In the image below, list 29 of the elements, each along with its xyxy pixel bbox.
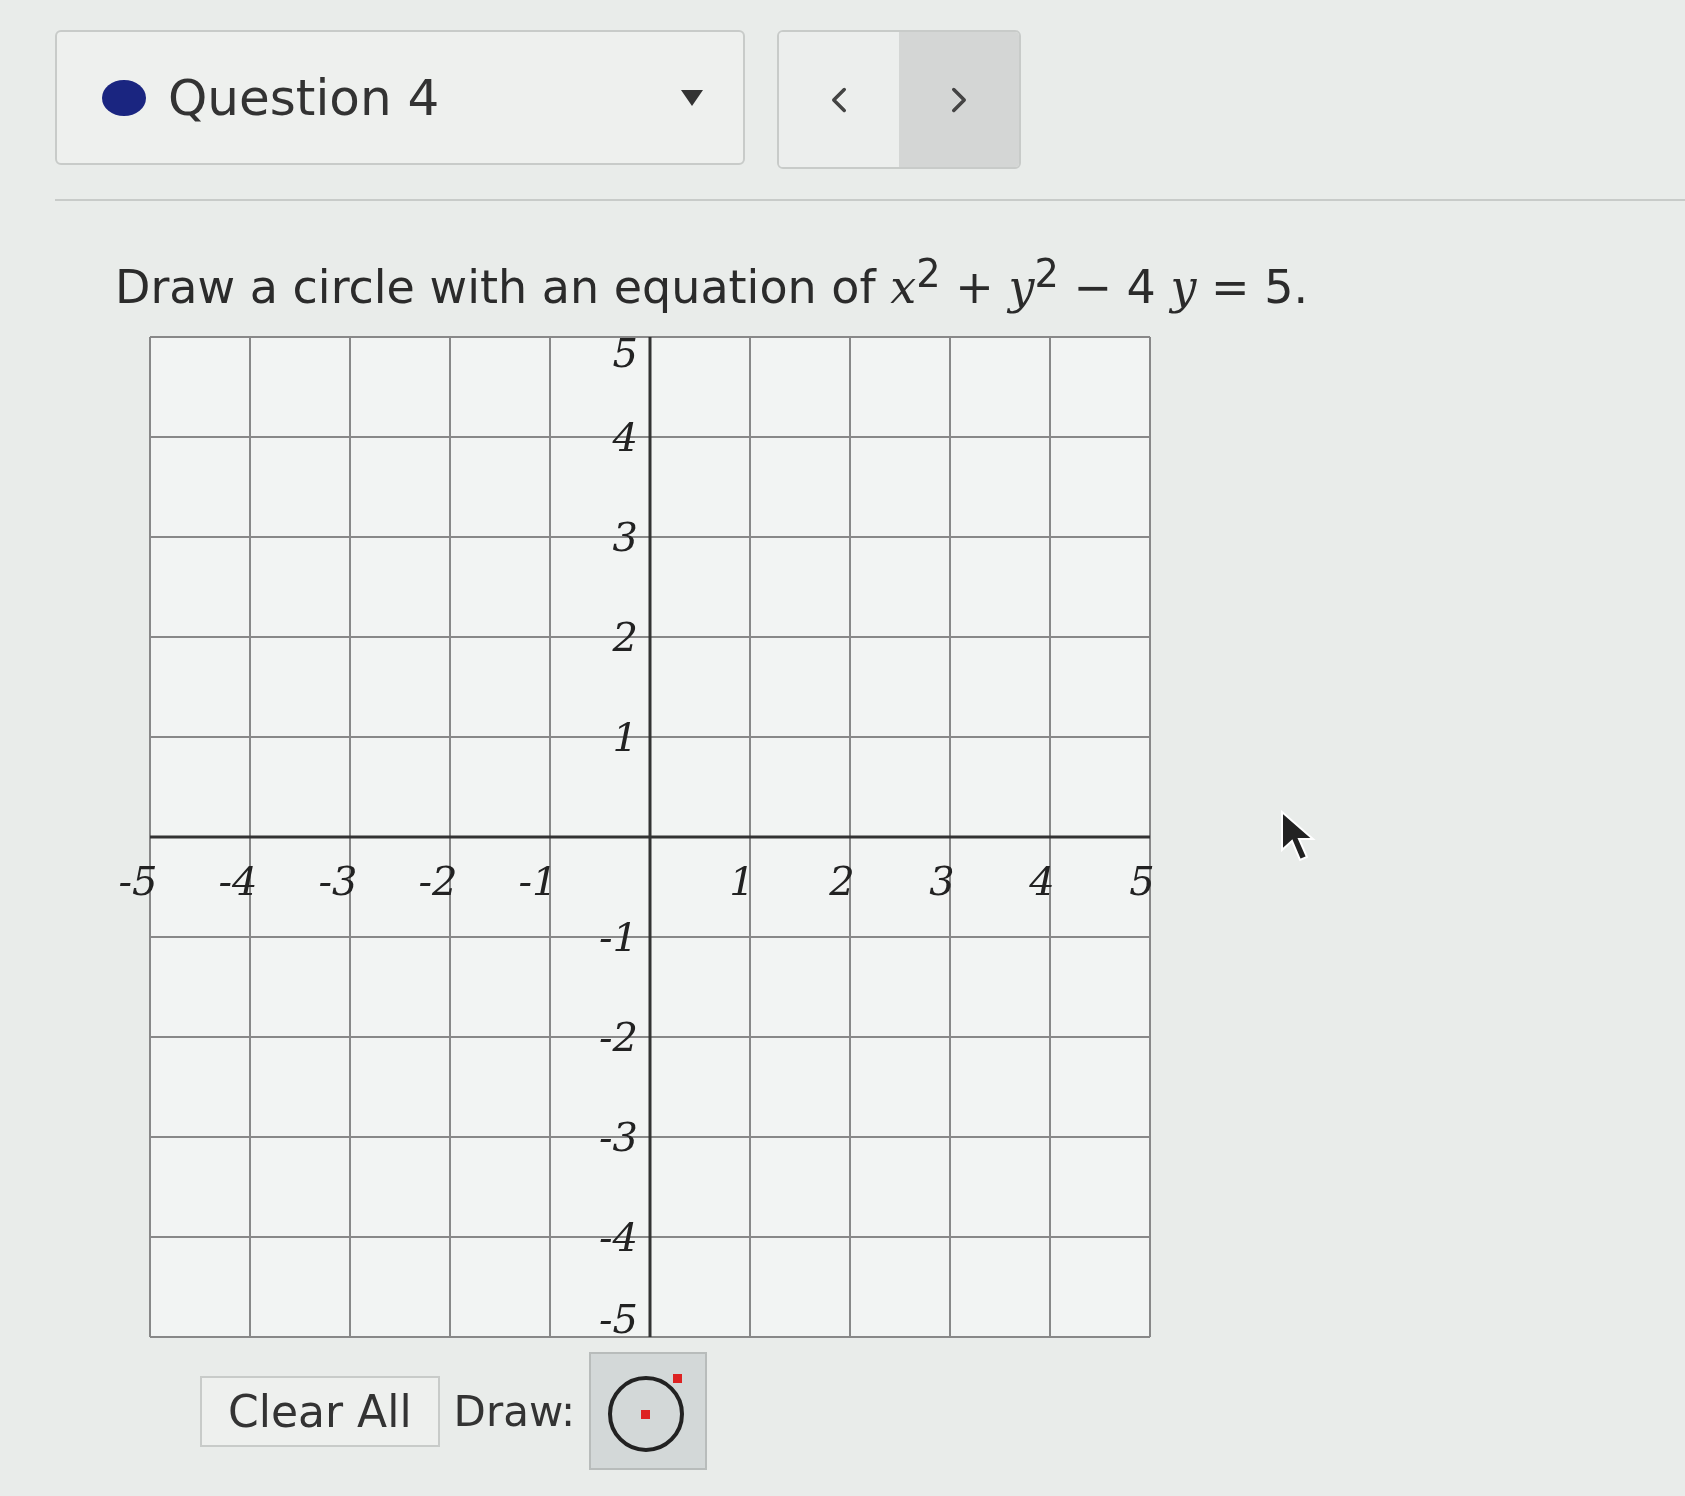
x-tick-label: 3 xyxy=(929,858,955,905)
status-dot xyxy=(102,79,146,116)
x-tick-label: -5 xyxy=(118,858,158,905)
y-tick-label: -5 xyxy=(599,1296,638,1343)
y-tick-label: -2 xyxy=(599,1014,638,1061)
next-button[interactable] xyxy=(899,32,1019,167)
x-tick-label: -1 xyxy=(518,858,558,905)
x-tick-label: 4 xyxy=(1029,858,1055,905)
caret-icon xyxy=(681,89,703,106)
clear-all-button[interactable]: Clear All xyxy=(200,1375,440,1447)
x-tick-label: -3 xyxy=(318,858,358,905)
x-tick-label: -4 xyxy=(218,858,258,905)
y-tick-label: 5 xyxy=(612,332,638,377)
x-tick-label: -2 xyxy=(418,858,458,905)
draw-label: Draw: xyxy=(453,1386,576,1436)
y-tick-label: 4 xyxy=(612,414,638,461)
x-tick-label: 2 xyxy=(829,858,855,905)
x-tick-label: 1 xyxy=(729,858,755,905)
y-tick-label: -1 xyxy=(599,914,638,961)
y-tick-label: -4 xyxy=(599,1214,638,1261)
y-tick-label: 1 xyxy=(612,714,638,761)
circle-tool-button[interactable] xyxy=(589,1352,708,1471)
y-tick-label: 2 xyxy=(612,614,638,661)
question-dropdown[interactable]: Question 4 xyxy=(55,30,745,165)
y-tick-label: 3 xyxy=(612,514,638,561)
question-label: Question 4 xyxy=(168,68,441,127)
question-prompt: Draw a circle with an equation of x$^{2}$ + y$^{2}$ − 4 y = 5. xyxy=(115,251,1310,315)
y-tick-label: -3 xyxy=(599,1114,638,1161)
x-tick-label: 5 xyxy=(1129,858,1155,905)
